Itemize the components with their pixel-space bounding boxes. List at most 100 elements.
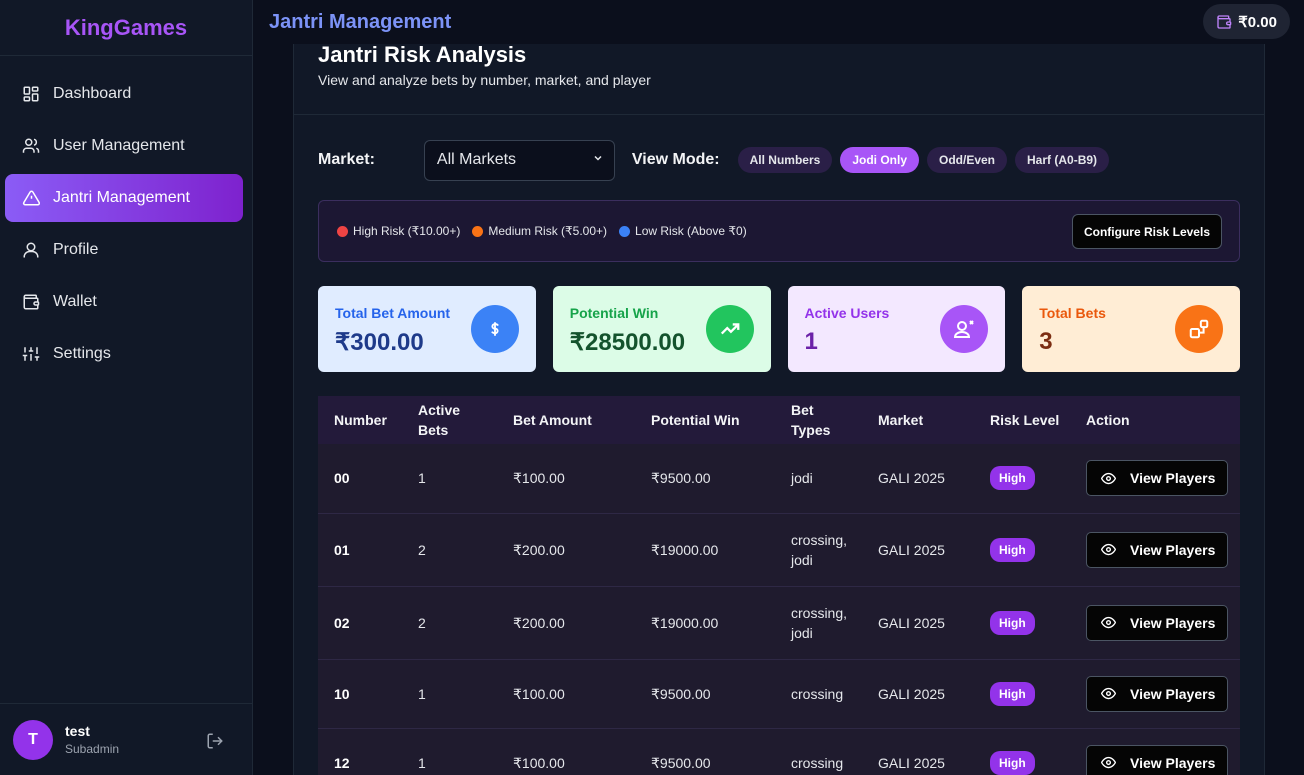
column-header[interactable]: Bet Types <box>775 396 862 444</box>
stat-card-total-bet-amount: Total Bet Amount ₹300.00 <box>318 286 536 372</box>
column-header[interactable]: Number <box>318 396 402 444</box>
risk-table: Number Active Bets Bet Amount Potential … <box>318 396 1240 775</box>
sidebar-item-wallet[interactable]: Wallet <box>5 278 243 326</box>
cell-potential-win: ₹19000.00 <box>651 614 719 631</box>
table-row: 00 1 ₹100.00 ₹9500.00 jodi GALI 2025 Hig… <box>318 444 1240 513</box>
bet-types-text: crossing, jodi <box>791 604 848 641</box>
cell-bet-amount: ₹100.00 <box>513 470 565 487</box>
cell-number: 00 <box>334 470 350 487</box>
sidebar-item-label: Wallet <box>53 293 97 310</box>
sidebar-item-label: User Management <box>53 137 185 154</box>
section-subtitle: View and analyze bets by number, market,… <box>318 72 651 88</box>
view-players-label: View Players <box>1130 470 1216 487</box>
eye-icon <box>1101 687 1116 700</box>
high-risk-dot <box>337 225 348 237</box>
cell-potential-win: ₹9500.00 <box>651 685 711 702</box>
legend-low: Low Risk (Above ₹0) <box>619 224 747 238</box>
cell-bet-amount: ₹100.00 <box>513 685 565 702</box>
cell-potential-win: ₹9500.00 <box>651 470 711 487</box>
table-row: 01 2 ₹200.00 ₹19000.00 crossing, jodi GA… <box>318 513 1240 586</box>
user-check-icon <box>940 305 989 353</box>
view-players-label: View Players <box>1130 541 1216 558</box>
view-players-button[interactable]: View Players <box>1086 460 1229 497</box>
cell-risk: High <box>974 659 1070 728</box>
view-players-label: View Players <box>1130 685 1216 702</box>
user-meta: test Subadmin <box>65 723 119 756</box>
cell-market: GALI 2025 <box>878 541 945 558</box>
sidebar: KingGames Dashboard User Management Jant… <box>0 0 253 775</box>
view-players-label: View Players <box>1130 614 1216 631</box>
column-header[interactable]: Bet Amount <box>497 396 635 444</box>
configure-risk-levels-button[interactable]: Configure Risk Levels <box>1071 214 1222 249</box>
cell-bet-types: crossing, jodi <box>775 586 862 659</box>
legend-medium: Medium Risk (₹5.00+) <box>472 224 607 238</box>
brand-logo[interactable]: KingGames <box>0 0 252 56</box>
card-header: Jantri Risk Analysis View and analyze be… <box>294 44 1264 115</box>
sidebar-item-user-management[interactable]: User Management <box>5 122 243 170</box>
sidebar-item-jantri-management[interactable]: Jantri Management <box>5 174 243 222</box>
stat-value: 3 <box>1039 328 1053 355</box>
view-players-button[interactable]: View Players <box>1086 531 1229 568</box>
cell-bet-types: crossing <box>791 685 844 702</box>
view-mode-jodi-only[interactable]: Jodi Only <box>840 147 919 173</box>
cell-bet-types: jodi <box>791 470 813 487</box>
cell-action: View Players <box>1070 659 1240 728</box>
view-players-button[interactable]: View Players <box>1086 604 1229 641</box>
avatar: T <box>13 719 53 760</box>
legend-label: High Risk (₹10.00+) <box>353 224 461 238</box>
cell-number: 10 <box>334 685 350 702</box>
view-mode-harf[interactable]: Harf (A0-B9) <box>1015 147 1110 173</box>
view-mode-label: View Mode: <box>631 151 720 168</box>
sidebar-nav: Dashboard User Management Jantri Managem… <box>0 56 252 378</box>
dollar-icon <box>470 305 519 353</box>
cell-active-bets: 1 <box>418 470 426 487</box>
view-mode-all-numbers[interactable]: All Numbers <box>737 147 833 173</box>
cell-market: GALI 2025 <box>878 470 945 487</box>
sidebar-item-settings[interactable]: Settings <box>5 330 243 378</box>
table-header-row: Number Active Bets Bet Amount Potential … <box>318 396 1240 444</box>
view-mode-odd-even[interactable]: Odd/Even <box>927 147 1008 173</box>
cell-bet-amount: ₹100.00 <box>513 754 565 771</box>
stat-label: Total Bet Amount <box>335 305 451 321</box>
cell-number: 01 <box>334 541 350 558</box>
logout-icon[interactable] <box>206 732 224 750</box>
section-title: Jantri Risk Analysis <box>318 44 527 67</box>
stat-label: Active Users <box>804 305 890 321</box>
sidebar-item-dashboard[interactable]: Dashboard <box>5 70 243 118</box>
cell-risk: High <box>974 586 1070 659</box>
stat-label: Potential Win <box>569 305 659 321</box>
market-select[interactable]: All Markets <box>423 139 615 181</box>
column-header: Action <box>1086 412 1130 428</box>
trending-up-icon <box>705 305 754 353</box>
view-players-button[interactable]: View Players <box>1086 744 1229 775</box>
sidebar-item-label: Settings <box>53 345 111 362</box>
cell-number: 12 <box>334 754 350 771</box>
bet-types-text: crossing, jodi <box>791 531 848 568</box>
cell-market: GALI 2025 <box>878 614 945 631</box>
column-header[interactable]: Risk Level <box>974 396 1070 444</box>
column-header[interactable]: Active Bets <box>402 396 497 444</box>
cell-active-bets: 2 <box>418 541 426 558</box>
stat-card-potential-win: Potential Win ₹28500.00 <box>552 286 771 372</box>
stat-label: Total Bets <box>1039 305 1106 321</box>
view-players-button[interactable]: View Players <box>1086 675 1229 712</box>
wallet-balance-button[interactable]: ₹0.00 <box>1203 4 1290 39</box>
column-header[interactable]: Potential Win <box>635 396 775 444</box>
eye-icon <box>1101 616 1116 629</box>
user-name: test <box>65 723 90 739</box>
wallet-icon <box>1216 14 1232 30</box>
user-icon <box>21 240 41 260</box>
eye-icon <box>1101 756 1116 769</box>
topbar: Jantri Management ₹0.00 <box>253 0 1304 44</box>
cell-risk: High <box>974 513 1070 586</box>
jantri-risk-card: Jantri Risk Analysis View and analyze be… <box>293 44 1265 775</box>
cell-active-bets: 1 <box>418 685 426 702</box>
wallet-balance: ₹0.00 <box>1238 13 1277 31</box>
stat-card-active-users: Active Users 1 <box>787 286 1006 372</box>
risk-legend: High Risk (₹10.00+) Medium Risk (₹5.00+)… <box>318 200 1240 262</box>
column-header[interactable]: Market <box>862 396 974 444</box>
sidebar-item-profile[interactable]: Profile <box>5 226 243 274</box>
legend-high: High Risk (₹10.00+) <box>337 224 460 238</box>
cell-active-bets: 1 <box>418 754 426 771</box>
column-header-label: Bet Types <box>791 402 831 438</box>
